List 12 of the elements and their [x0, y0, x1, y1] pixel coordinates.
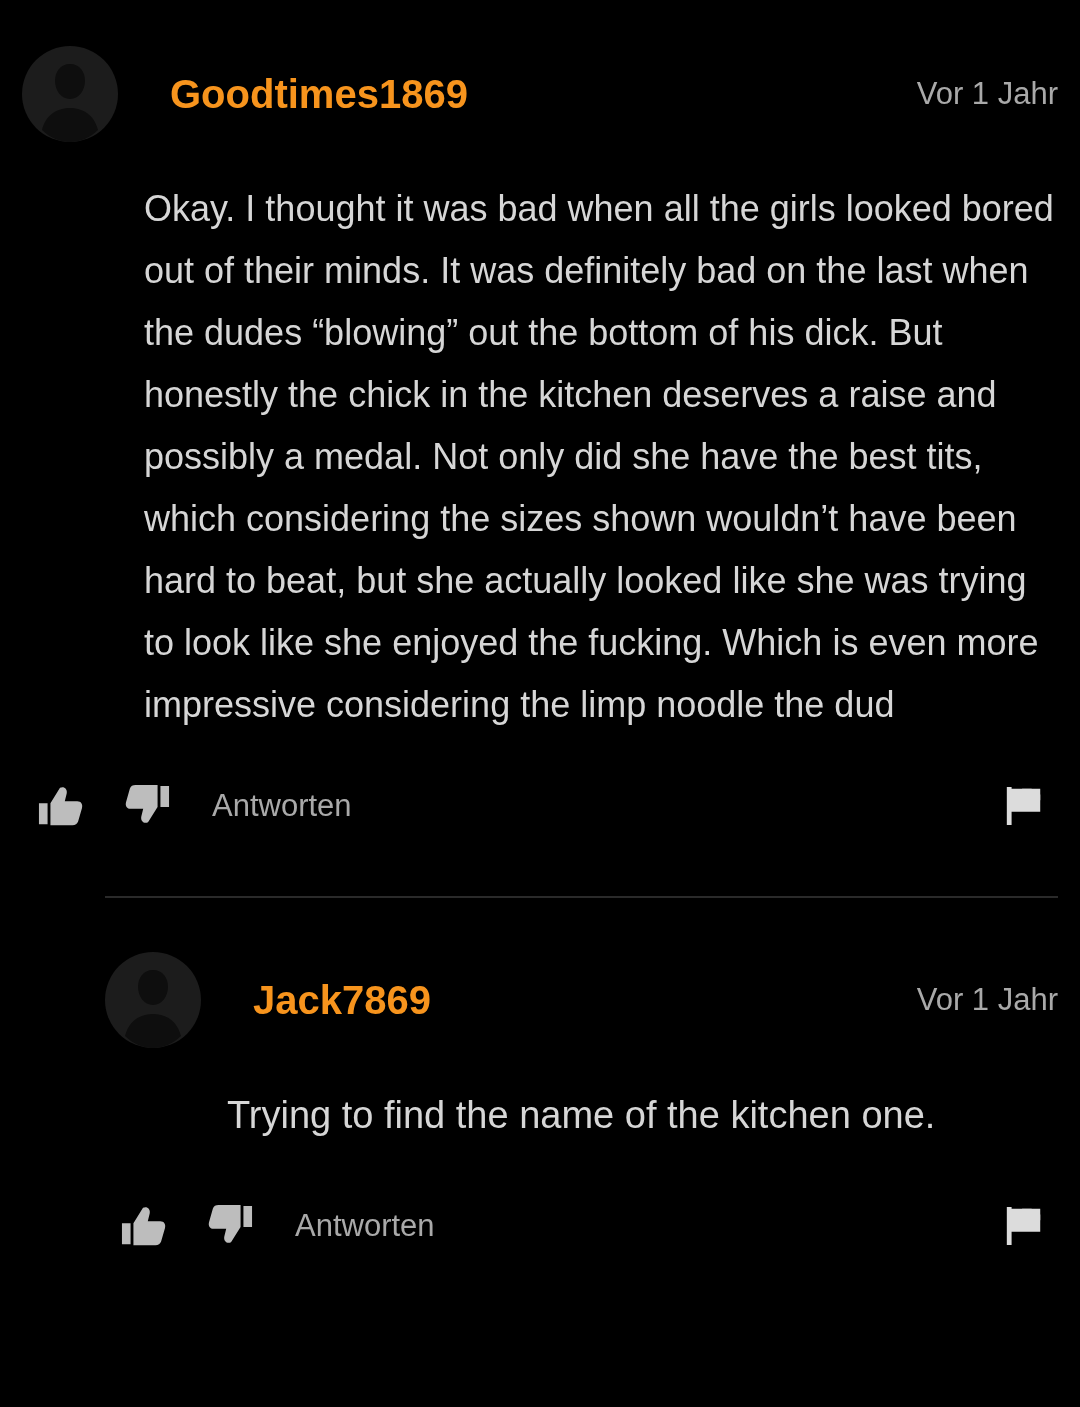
avatar-icon: [22, 46, 118, 142]
thumbs-up-icon[interactable]: [36, 784, 84, 828]
comment-text: Okay. I thought it was bad when all the girls looked bored out of their minds. It was definitely bad on the last when the dudes “blowing” out the bottom of his dick. But honestly the chick in the kitchen deserves a raise and possibly a medal. Not only did she have the best tits, which considering the sizes shown wouldn’t have been hard to beat, but she actually looked like she was trying to look like she enjoyed the fucking. Which is even more impressive considering the limp noodle the dud: [144, 187, 1055, 727]
username-link[interactable]: Goodtimes1869: [170, 64, 468, 124]
comment-time: Vor 1 Jahr: [916, 74, 1058, 113]
reply-button[interactable]: Antworten: [295, 1202, 435, 1250]
avatar-icon: [105, 952, 201, 1048]
username-link[interactable]: Jack7869: [253, 970, 431, 1030]
comment-time: Vor 1 Jahr: [916, 980, 1058, 1019]
comment-text: Trying to find the name of the kitchen one.: [227, 1093, 937, 1138]
thumbs-up-icon[interactable]: [119, 1204, 167, 1248]
reply-button[interactable]: Antworten: [212, 782, 352, 830]
